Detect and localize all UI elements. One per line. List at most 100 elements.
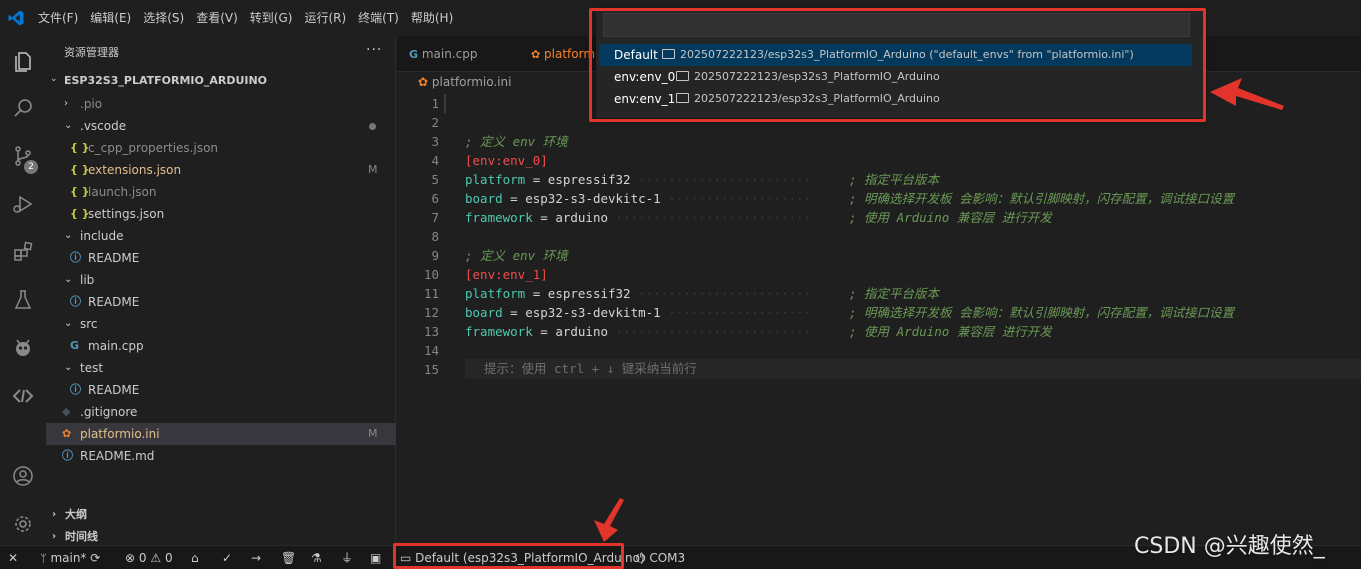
outline-section[interactable]: › 大纲 <box>46 504 396 526</box>
git-status-badge: M <box>368 163 378 176</box>
pio-home-icon[interactable]: ⌂ <box>191 546 199 569</box>
tree-file[interactable]: { } extensions.json M <box>46 159 396 181</box>
tree-file[interactable]: ⓘ README <box>46 379 396 401</box>
tree-item-label: settings.json <box>88 207 165 221</box>
remote-icon[interactable] <box>0 374 46 418</box>
tree-item-label: .pio <box>80 97 103 111</box>
tree-file[interactable]: Gmain.cpp <box>46 335 396 357</box>
code-key: framework <box>465 210 533 225</box>
code-key: platform <box>465 286 526 301</box>
tree-item-label: extensions.json <box>88 163 182 177</box>
tree-item-label: include <box>80 229 124 243</box>
search-icon[interactable] <box>0 86 46 130</box>
platformio-file-icon: ✿ <box>62 427 72 440</box>
code-line: 14 <box>397 341 1361 360</box>
tree-item-label: lib <box>80 273 95 287</box>
remote-indicator-icon[interactable]: ✕ <box>8 546 18 569</box>
source-control-icon[interactable]: 2 <box>0 134 46 178</box>
json-file-icon: { } <box>70 141 90 154</box>
code-value: arduino <box>555 210 608 225</box>
chevron-down-icon: ⌄ <box>64 362 73 373</box>
code-value: espressif32 <box>547 286 631 301</box>
code-comment: ; 指定平台版本 <box>849 286 940 301</box>
menu-item[interactable]: 编辑(E) <box>84 0 137 36</box>
tree-file[interactable]: { } c_cpp_properties.json <box>46 137 396 159</box>
tree-file[interactable]: ◆ .gitignore <box>46 401 396 423</box>
code-line: 6 ; 明确选择开发板 会影响：默认引脚映射，闪存配置，调试接口设置 board =… <box>397 189 1361 208</box>
code-line: 8 <box>397 227 1361 246</box>
warning-icon: ⚠ <box>150 551 162 565</box>
code-comment: ; 定义 env 环境 <box>465 248 568 263</box>
tree-file[interactable]: ⓘ README <box>46 247 396 269</box>
tree-folder[interactable]: › .pio <box>46 93 396 115</box>
platformio-icon[interactable] <box>0 326 46 370</box>
explorer-icon[interactable] <box>0 40 46 84</box>
tree-folder[interactable]: ⌄ src <box>46 313 396 335</box>
pio-terminal-icon[interactable]: ▣ <box>370 546 381 569</box>
code-key-value: framework = arduino ····················… <box>465 208 811 227</box>
tree-folder[interactable]: ⌄ lib <box>46 269 396 291</box>
json-file-icon: { } <box>70 207 90 220</box>
menu-item[interactable]: 文件(F) <box>32 0 84 36</box>
info-file-icon: ⓘ <box>70 251 81 264</box>
code-equals: = <box>532 210 556 225</box>
menu-item[interactable]: 运行(R) <box>298 0 352 36</box>
code-line: 5 ; 指定平台版本 platform = espressif32 ········… <box>397 170 1361 189</box>
indent-guide <box>444 94 446 113</box>
tree-folder[interactable]: ⌄ test <box>46 357 396 379</box>
env-switcher-highlight-box <box>393 543 624 569</box>
tree-file[interactable]: ⓘ README.md <box>46 445 396 467</box>
tree-file[interactable]: ✿ platformio.ini M <box>46 423 396 445</box>
breadcrumb[interactable]: ✿ platformio.ini <box>418 72 511 92</box>
menu-item[interactable]: 查看(V) <box>190 0 244 36</box>
line-number: 11 <box>423 286 439 301</box>
json-file-icon: { } <box>70 163 90 176</box>
code-line: 12 ; 明确选择开发板 会影响：默认引脚映射，闪存配置，调试接口设置 board … <box>397 303 1361 322</box>
tree-item-label: README <box>88 251 140 265</box>
pio-build-icon[interactable]: ✓ <box>222 546 232 569</box>
menu-item[interactable]: 转到(G) <box>244 0 299 36</box>
tree-item-label: README <box>88 383 140 397</box>
tab-main-cpp[interactable]: G main.cpp <box>397 36 512 72</box>
code-comment: ; 使用 Arduino 兼容层 进行开发 <box>849 210 1052 225</box>
problems-indicator[interactable]: ⊗ 0 ⚠ 0 <box>125 546 173 569</box>
tree-item-label: src <box>80 317 98 331</box>
serial-port-indicator[interactable]: ⏻ COM3 <box>636 546 685 569</box>
branch-indicator[interactable]: ᛘ main* ⟳ <box>40 546 100 569</box>
tab-label: main.cpp <box>421 47 478 61</box>
testing-icon[interactable] <box>0 278 46 322</box>
menu-item[interactable]: 终端(T) <box>352 0 405 36</box>
source-control-badge: 2 <box>24 160 38 174</box>
tree-item-label: platformio.ini <box>80 427 160 441</box>
red-arrow-icon <box>594 498 624 542</box>
pio-upload-icon[interactable]: → <box>251 546 261 569</box>
tree-file[interactable]: { } settings.json <box>46 203 396 225</box>
project-folder-title[interactable]: ESP32S3_PLATFORMIO_ARDUINO <box>64 74 267 87</box>
tree-folder[interactable]: ⌄ .vscode <box>46 115 396 137</box>
extensions-icon[interactable] <box>0 230 46 274</box>
line-number: 15 <box>423 362 439 377</box>
run-debug-icon[interactable] <box>0 182 46 226</box>
line-number: 10 <box>423 267 439 282</box>
account-icon[interactable] <box>0 454 46 498</box>
code-value: esp32-s3-devkitc-1 <box>525 191 661 206</box>
code-comment: ; 明确选择开发板 会影响：默认引脚映射，闪存配置，调试接口设置 <box>849 191 1235 206</box>
code-key: board <box>465 305 503 320</box>
pio-clean-icon[interactable]: 🗑 <box>281 546 296 569</box>
pio-monitor-plug-icon[interactable]: ⏚ <box>341 546 353 569</box>
chevron-down-icon: ⌄ <box>64 230 73 241</box>
tree-file[interactable]: { } launch.json <box>46 181 396 203</box>
menu-item[interactable]: 选择(S) <box>137 0 190 36</box>
pio-test-icon[interactable]: ⚗ <box>311 546 322 569</box>
cpp-file-icon: G <box>70 339 80 352</box>
more-actions-icon[interactable]: ··· <box>366 42 382 58</box>
code-equals: = <box>525 172 548 187</box>
tree-folder[interactable]: ⌄ include <box>46 225 396 247</box>
line-number: 1 <box>431 96 439 111</box>
code-line: 4 [env:env_0] <box>397 151 1361 170</box>
chevron-down-icon[interactable]: ⌄ <box>50 74 58 84</box>
chevron-down-icon: ⌄ <box>64 318 73 329</box>
menu-item[interactable]: 帮助(H) <box>405 0 459 36</box>
settings-gear-icon[interactable] <box>0 502 46 546</box>
tree-file[interactable]: ⓘ README <box>46 291 396 313</box>
